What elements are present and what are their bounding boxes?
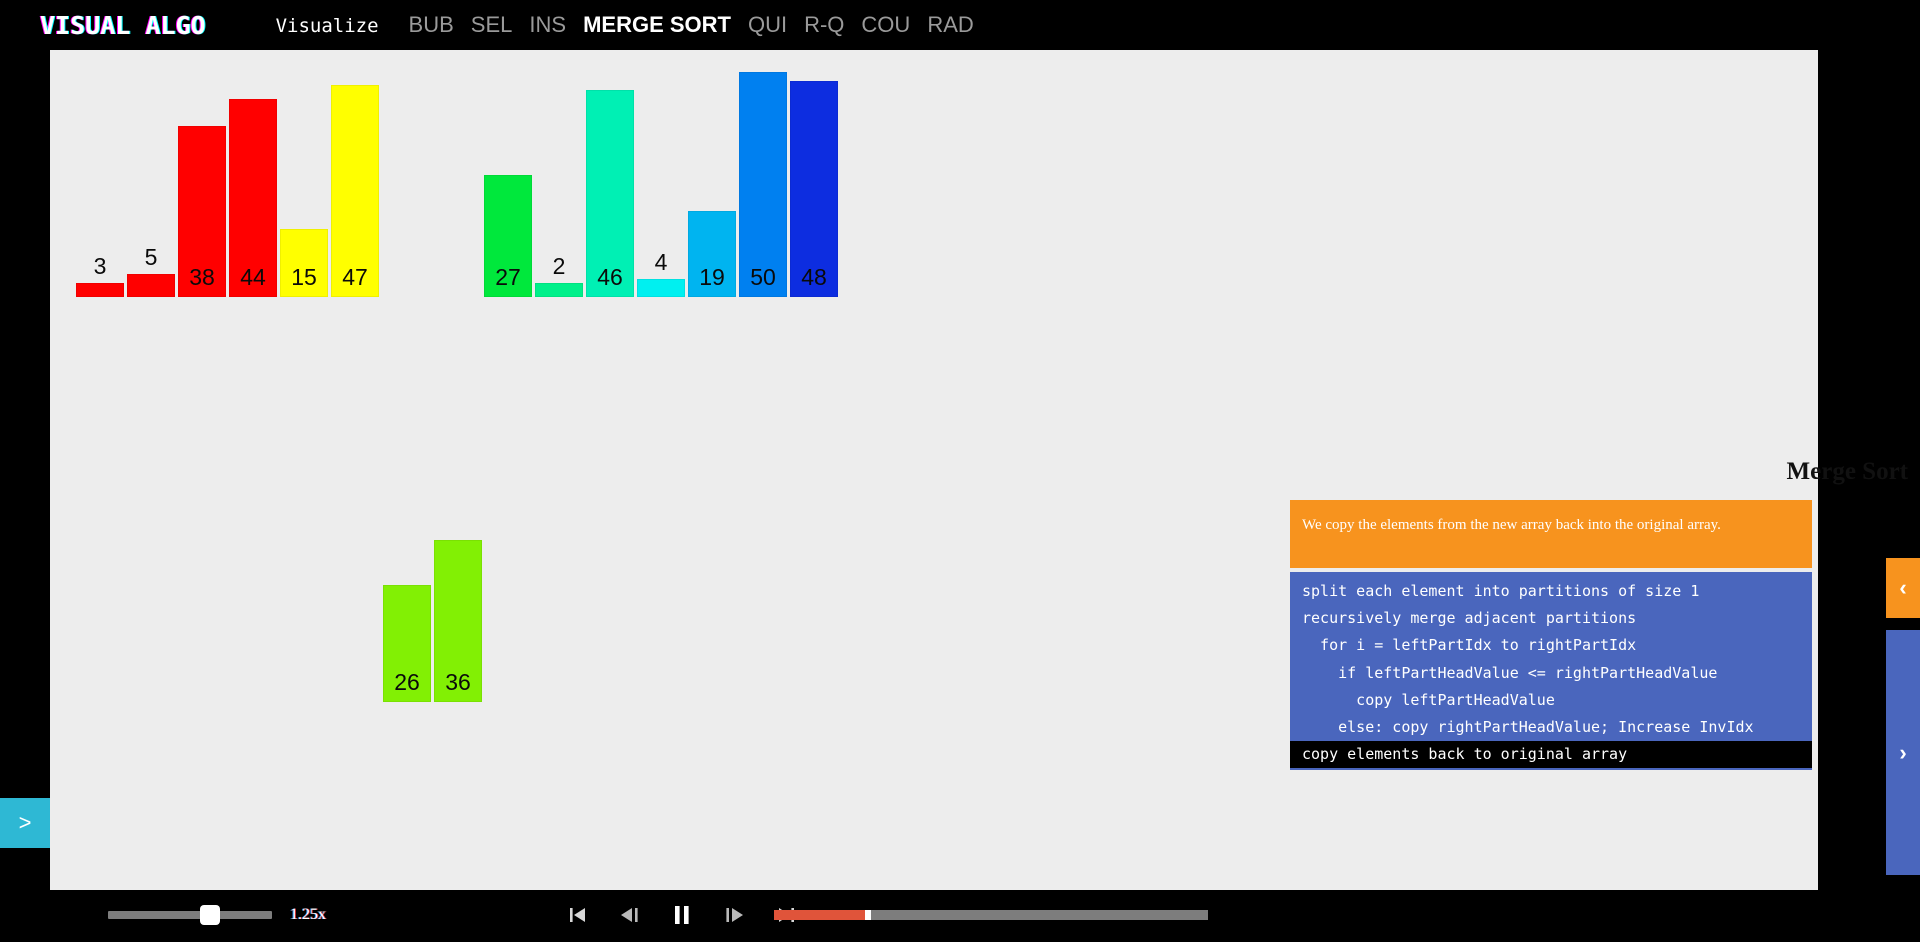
nav-item-cou[interactable]: COU xyxy=(861,12,910,38)
nav-item-visualize[interactable]: Visualize xyxy=(276,15,379,37)
chevron-right-icon: > xyxy=(18,810,32,835)
speed-slider[interactable] xyxy=(108,905,272,925)
step-forward-icon xyxy=(723,905,745,925)
bar xyxy=(229,99,277,297)
expand-left-panel-tab[interactable]: > xyxy=(0,798,50,848)
pseudocode-line-active: copy elements back to original array xyxy=(1290,741,1812,769)
bar-value-label: 4 xyxy=(654,249,668,275)
chevron-left-icon: ‹ xyxy=(1899,575,1907,600)
step-back-icon xyxy=(619,905,641,925)
nav-links: Visualize BUB SEL INS MERGE SORT QUI R-Q COU RAD xyxy=(276,12,991,38)
bar xyxy=(383,585,431,702)
bar xyxy=(637,279,685,297)
bar xyxy=(790,81,838,297)
collapse-description-tab[interactable]: ‹ xyxy=(1886,558,1920,618)
nav-item-qui[interactable]: QUI xyxy=(748,12,787,38)
bar xyxy=(127,274,175,297)
bar xyxy=(535,283,583,297)
progress-handle[interactable] xyxy=(865,910,871,920)
brand-logo[interactable]: VISUAL ALGO xyxy=(40,11,206,40)
speed-label: 1.25x xyxy=(290,906,326,923)
pseudocode-panel: split each element into partitions of si… xyxy=(1290,572,1812,770)
pseudocode-line: copy leftPartHeadValue xyxy=(1302,690,1555,709)
nav-item-merge-sort[interactable]: MERGE SORT xyxy=(583,12,731,38)
bar-value-label: 5 xyxy=(144,244,158,270)
pause-icon xyxy=(671,904,693,926)
nav-item-rad[interactable]: RAD xyxy=(927,12,973,38)
top-navbar: VISUAL ALGO Visualize BUB SEL INS MERGE SORT… xyxy=(0,0,1920,50)
pseudocode-line: if leftPartHeadValue <= rightPartHeadVal… xyxy=(1302,663,1718,682)
bar xyxy=(586,90,634,297)
nav-item-r-q[interactable]: R-Q xyxy=(804,12,844,38)
bar xyxy=(76,283,124,297)
step-forward-button[interactable] xyxy=(721,898,747,932)
chevron-right-icon: › xyxy=(1899,739,1907,765)
nav-item-sel[interactable]: SEL xyxy=(471,12,513,38)
progress-slider[interactable] xyxy=(774,910,1208,920)
skip-to-start-button[interactable] xyxy=(565,898,591,932)
pseudocode-line: else: copy rightPartHeadValue; Increase … xyxy=(1302,717,1754,736)
pseudocode-line: for i = leftPartIdx to rightPartIdx xyxy=(1302,636,1637,655)
bar xyxy=(434,540,482,702)
bar-value-label: 2 xyxy=(552,253,566,279)
step-backward-button[interactable] xyxy=(617,898,643,932)
speed-slider-handle[interactable] xyxy=(200,905,220,925)
algorithm-title: Merge Sort xyxy=(1786,458,1908,485)
progress-fill xyxy=(774,910,865,920)
bar-value-label: 3 xyxy=(93,253,107,279)
description-panel: We copy the elements from the new array … xyxy=(1290,500,1812,568)
bar xyxy=(484,175,532,297)
nav-item-bub[interactable]: BUB xyxy=(409,12,454,38)
playback-buttons xyxy=(565,898,799,932)
bar xyxy=(280,229,328,297)
pseudocode-line: recursively merge adjacent partitions xyxy=(1302,609,1637,628)
skip-start-icon xyxy=(568,905,588,925)
bar xyxy=(739,72,787,297)
collapse-pseudocode-tab[interactable]: › xyxy=(1886,630,1920,875)
pseudocode-line: split each element into partitions of si… xyxy=(1302,582,1700,600)
bar xyxy=(688,211,736,297)
speed-control: 1.25x xyxy=(108,905,326,925)
bar xyxy=(178,126,226,297)
description-text: We copy the elements from the new array … xyxy=(1302,517,1721,533)
nav-item-ins[interactable]: INS xyxy=(529,12,566,38)
pause-button[interactable] xyxy=(669,898,695,932)
bar xyxy=(331,85,379,297)
